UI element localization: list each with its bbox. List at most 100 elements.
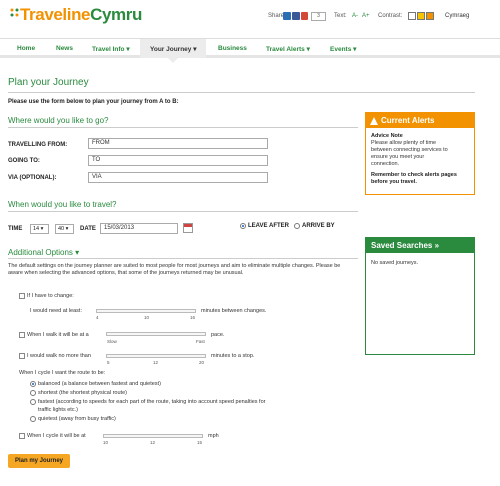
pace-slider[interactable] (106, 332, 206, 336)
date-label: DATE (80, 226, 96, 232)
time-label: TIME (8, 226, 23, 232)
walk-tick: 12 (153, 360, 159, 365)
to-input[interactable]: TO (88, 155, 268, 166)
advice-title: Advice Note (371, 133, 403, 139)
plan-journey-button[interactable]: Plan my Journey (8, 454, 70, 468)
divider (8, 211, 358, 212)
cycle-speed-slider[interactable] (103, 434, 203, 438)
saved-empty-text: No saved journeys. (371, 260, 419, 266)
calendar-icon[interactable] (183, 223, 193, 233)
contrast-yellow-button[interactable] (417, 12, 425, 20)
arrive-by-label: ARRIVE BY (302, 223, 335, 229)
saved-searches-panel: Saved Searches » No saved journeys. (365, 237, 475, 355)
additional-options-text: The default settings on the journey plan… (8, 263, 341, 276)
cycle-tick: 10 (103, 440, 109, 445)
divider (8, 258, 358, 259)
via-input[interactable]: VIA (88, 172, 268, 183)
from-input[interactable]: FROM (88, 138, 268, 149)
cycle-tick: 15 (197, 440, 203, 445)
contrast-white-button[interactable] (408, 12, 416, 20)
cycle-balanced-radio[interactable] (30, 381, 36, 387)
date-input[interactable]: 15/03/2013 (100, 223, 178, 234)
divider (8, 127, 358, 128)
change-tick: 16 (190, 315, 196, 320)
alerts-title: Current Alerts (381, 116, 435, 125)
via-label: VIA (OPTIONAL): (8, 175, 57, 181)
pace-suffix: pace. (211, 332, 225, 338)
alert-icon (370, 117, 378, 125)
advice-text-line: connection. (371, 161, 400, 167)
reminder-line: before you travel. (371, 179, 417, 185)
cycle-route-label: When I cycle I want the route to be: (19, 370, 106, 376)
when-heading: When would you like to travel? (8, 200, 117, 209)
pace-tick: Fast (196, 339, 205, 344)
change-checkbox[interactable] (19, 293, 25, 299)
linkedin-icon[interactable] (283, 12, 291, 20)
leave-after-radio[interactable] (240, 223, 246, 229)
cycle-quietest-label: quietest (away from busy traffic) (38, 416, 116, 422)
walk-tick: 20 (199, 360, 205, 365)
to-label: GOING TO: (8, 158, 40, 164)
walk-max-checkbox[interactable] (19, 353, 25, 359)
pace-tick: Slow (107, 339, 117, 344)
nav-travel-alerts[interactable]: Travel Alerts ▾ (266, 45, 310, 53)
advice-text-line: between connecting services to (371, 147, 448, 153)
change-tick: 4 (96, 315, 99, 320)
nav-events[interactable]: Events ▾ (330, 45, 356, 53)
nav-travel-info[interactable]: Travel Info ▾ (92, 45, 130, 53)
cycle-speed-checkbox[interactable] (19, 433, 25, 439)
from-label: TRAVELLING FROM: (8, 142, 68, 148)
text-larger-button[interactable]: A+ (362, 13, 370, 19)
advice-text-line: Please allow plenty of time (371, 140, 437, 146)
google-plus-icon[interactable] (301, 12, 308, 20)
cycle-fastest-label-cont: traffic lights etc.) (38, 407, 78, 413)
logo-text-traveline: Traveline (20, 5, 91, 24)
contrast-label: Contrast: (378, 13, 403, 19)
cycle-quietest-radio[interactable] (30, 416, 36, 422)
share-label: Share (268, 13, 285, 19)
nav-news[interactable]: News (56, 45, 73, 52)
leave-after-label: LEAVE AFTER (248, 223, 290, 229)
nav-home[interactable]: Home (17, 45, 35, 52)
walk-max-label: I would walk no more than (27, 353, 91, 359)
arrive-by-radio[interactable] (294, 223, 300, 229)
divider (8, 92, 475, 93)
minute-select[interactable]: 40 ▾ (55, 224, 74, 234)
hour-select[interactable]: 14 ▾ (30, 224, 49, 234)
cycle-shortest-radio[interactable] (30, 390, 36, 396)
walk-max-slider[interactable] (106, 354, 206, 358)
share-count: 3 (311, 12, 326, 21)
cycle-fastest-label: fastest (according to speeds for each pa… (38, 399, 266, 405)
logo-text-cymru: Cymru (90, 5, 142, 24)
cycle-shortest-label: shortest (the shortest physical route) (38, 390, 127, 396)
advice-text-line: ensure you meet your (371, 154, 425, 160)
reminder-line: Remember to check alerts pages (371, 172, 457, 178)
walk-pace-checkbox[interactable] (19, 332, 25, 338)
contrast-orange-button[interactable] (426, 12, 434, 20)
text-size-label: Text: (334, 13, 347, 19)
text-smaller-button[interactable]: A- (352, 13, 358, 19)
page-title: Plan your Journey (8, 77, 89, 88)
current-alerts-panel: Current Alerts Advice Note Please allow … (365, 112, 475, 195)
nav-business[interactable]: Business (218, 45, 247, 52)
cycle-speed-suffix: mph (208, 433, 219, 439)
cycle-fastest-radio[interactable] (30, 399, 36, 405)
facebook-icon[interactable] (292, 12, 300, 20)
need-at-least-label: I would need at least: (30, 308, 82, 314)
change-label: If I have to change: (27, 293, 74, 299)
change-slider[interactable] (96, 309, 196, 313)
additional-options-toggle[interactable]: Additional Options ▾ (8, 248, 79, 257)
alerts-header: Current Alerts (366, 113, 474, 128)
walk-tick: 5 (107, 360, 110, 365)
cycle-speed-label: When I cycle it will be at (27, 433, 86, 439)
cycle-tick: 12 (150, 440, 156, 445)
saved-title[interactable]: Saved Searches » (371, 241, 439, 250)
walk-pace-label: When I walk it will be at a (27, 332, 89, 338)
where-heading: Where would you like to go? (8, 116, 109, 125)
walk-max-suffix: minutes to a stop. (211, 353, 255, 359)
saved-header[interactable]: Saved Searches » (366, 238, 474, 253)
language-link[interactable]: Cymraeg (445, 13, 469, 19)
nav-your-journey[interactable]: Your Journey ▾ (150, 45, 196, 53)
nav-active-notch (168, 58, 178, 63)
cycle-balanced-label: balanced (a balance between fastest and … (38, 381, 161, 387)
